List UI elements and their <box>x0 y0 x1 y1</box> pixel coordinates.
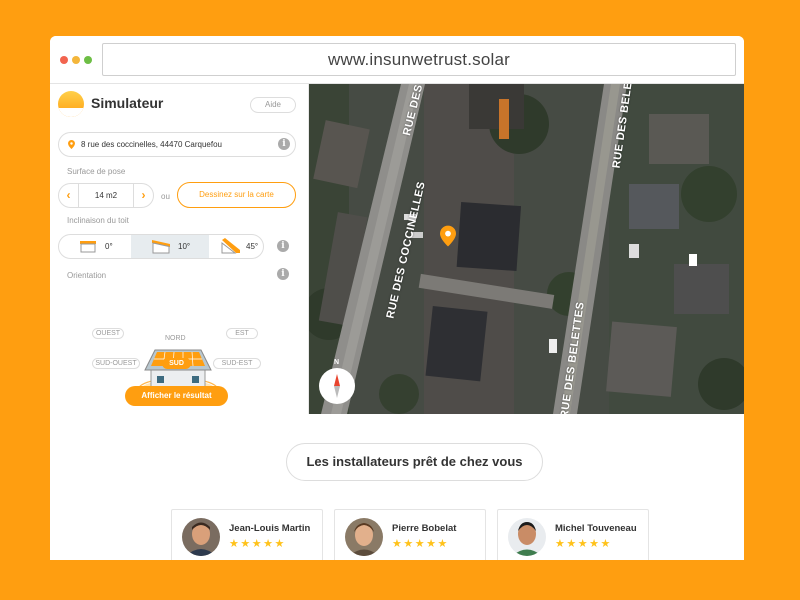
star-rating: ★★★★★ <box>229 537 286 550</box>
close-window-dot[interactable] <box>60 56 68 64</box>
address-field[interactable]: 8 rue des coccinelles, 44470 Carquefou i <box>58 132 296 157</box>
flat-roof-icon <box>80 241 96 253</box>
south-option[interactable]: SUD <box>162 358 191 369</box>
address-value: 8 rue des coccinelles, 44470 Carquefou <box>81 140 222 149</box>
incline-label-10: 10° <box>178 242 191 251</box>
help-button[interactable]: Aide <box>250 97 296 113</box>
north-label: NORD <box>165 335 186 342</box>
map-imagery <box>309 84 744 414</box>
draw-on-map-button[interactable]: Dessinez sur la carte <box>177 182 296 208</box>
surface-stepper: ‹ 14 m2 › <box>58 183 154 208</box>
installer-card[interactable]: Jean-Louis Martin ★★★★★ <box>171 509 323 560</box>
browser-topbar: www.insunwetrust.solar <box>50 36 744 84</box>
info-icon[interactable]: i <box>277 240 289 252</box>
incline-option-10[interactable]: 10° <box>131 235 209 258</box>
orientation-label: Orientation <box>67 271 107 280</box>
info-icon[interactable]: i <box>277 268 289 280</box>
compass-north-label: N <box>334 359 340 366</box>
installer-name: Jean-Louis Martin <box>229 523 311 534</box>
chevron-right-icon[interactable]: › <box>133 184 153 207</box>
satellite-map[interactable]: RUE DES COCCINELLES RUE DES BELETTES RUE… <box>309 84 744 414</box>
incline-label-0: 0° <box>105 242 113 251</box>
avatar-image <box>182 518 220 556</box>
west-option[interactable]: OUEST <box>92 328 124 339</box>
browser-window: www.insunwetrust.solar Simulateur Aide 8… <box>50 36 744 560</box>
incline-selector: 0° 10° 45° <box>58 234 264 259</box>
info-icon[interactable]: i <box>278 138 290 150</box>
avatar <box>182 518 220 556</box>
star-rating: ★★★★★ <box>555 537 612 550</box>
url-bar[interactable]: www.insunwetrust.solar <box>102 43 736 76</box>
avatar <box>345 518 383 556</box>
installer-name: Michel Touveneau <box>555 523 637 534</box>
surface-value[interactable]: 14 m2 <box>79 191 133 200</box>
show-result-button[interactable]: Afficher le résultat <box>125 386 228 406</box>
avatar-image <box>508 518 546 556</box>
sun-logo-icon <box>58 91 84 117</box>
incline-label-45: 45° <box>246 242 259 251</box>
map-marker-icon[interactable] <box>440 225 456 247</box>
incline-label: Inclinaison du toit <box>67 216 129 225</box>
steep-roof-icon <box>221 238 240 254</box>
chevron-left-icon[interactable]: ‹ <box>59 184 79 207</box>
installer-name: Pierre Bobelat <box>392 523 457 534</box>
low-slope-roof-icon <box>152 240 170 254</box>
east-option[interactable]: EST <box>226 328 258 339</box>
incline-option-0[interactable]: 0° <box>59 235 131 258</box>
installer-card[interactable]: Michel Touveneau ★★★★★ <box>497 509 649 560</box>
avatar-image <box>345 518 383 556</box>
avatar <box>508 518 546 556</box>
installer-card[interactable]: Pierre Bobelat ★★★★★ <box>334 509 486 560</box>
installers-section: Les installateurs prêt de chez vous Jean… <box>50 414 744 560</box>
southwest-option[interactable]: SUD-OUEST <box>92 358 140 369</box>
star-rating: ★★★★★ <box>392 537 449 550</box>
simulator-panel: Simulateur Aide 8 rue des coccinelles, 4… <box>50 84 309 414</box>
compass-needle-icon <box>334 374 340 398</box>
incline-option-45[interactable]: 45° <box>209 235 263 258</box>
minimize-window-dot[interactable] <box>72 56 80 64</box>
or-label: ou <box>161 192 170 201</box>
installers-heading-button[interactable]: Les installateurs prêt de chez vous <box>286 443 543 481</box>
location-pin-icon <box>68 140 75 149</box>
maximize-window-dot[interactable] <box>84 56 92 64</box>
simulator-title: Simulateur <box>91 95 164 111</box>
surface-label: Surface de pose <box>67 167 126 176</box>
southeast-option[interactable]: SUD-EST <box>213 358 261 369</box>
compass-icon[interactable] <box>319 368 355 404</box>
